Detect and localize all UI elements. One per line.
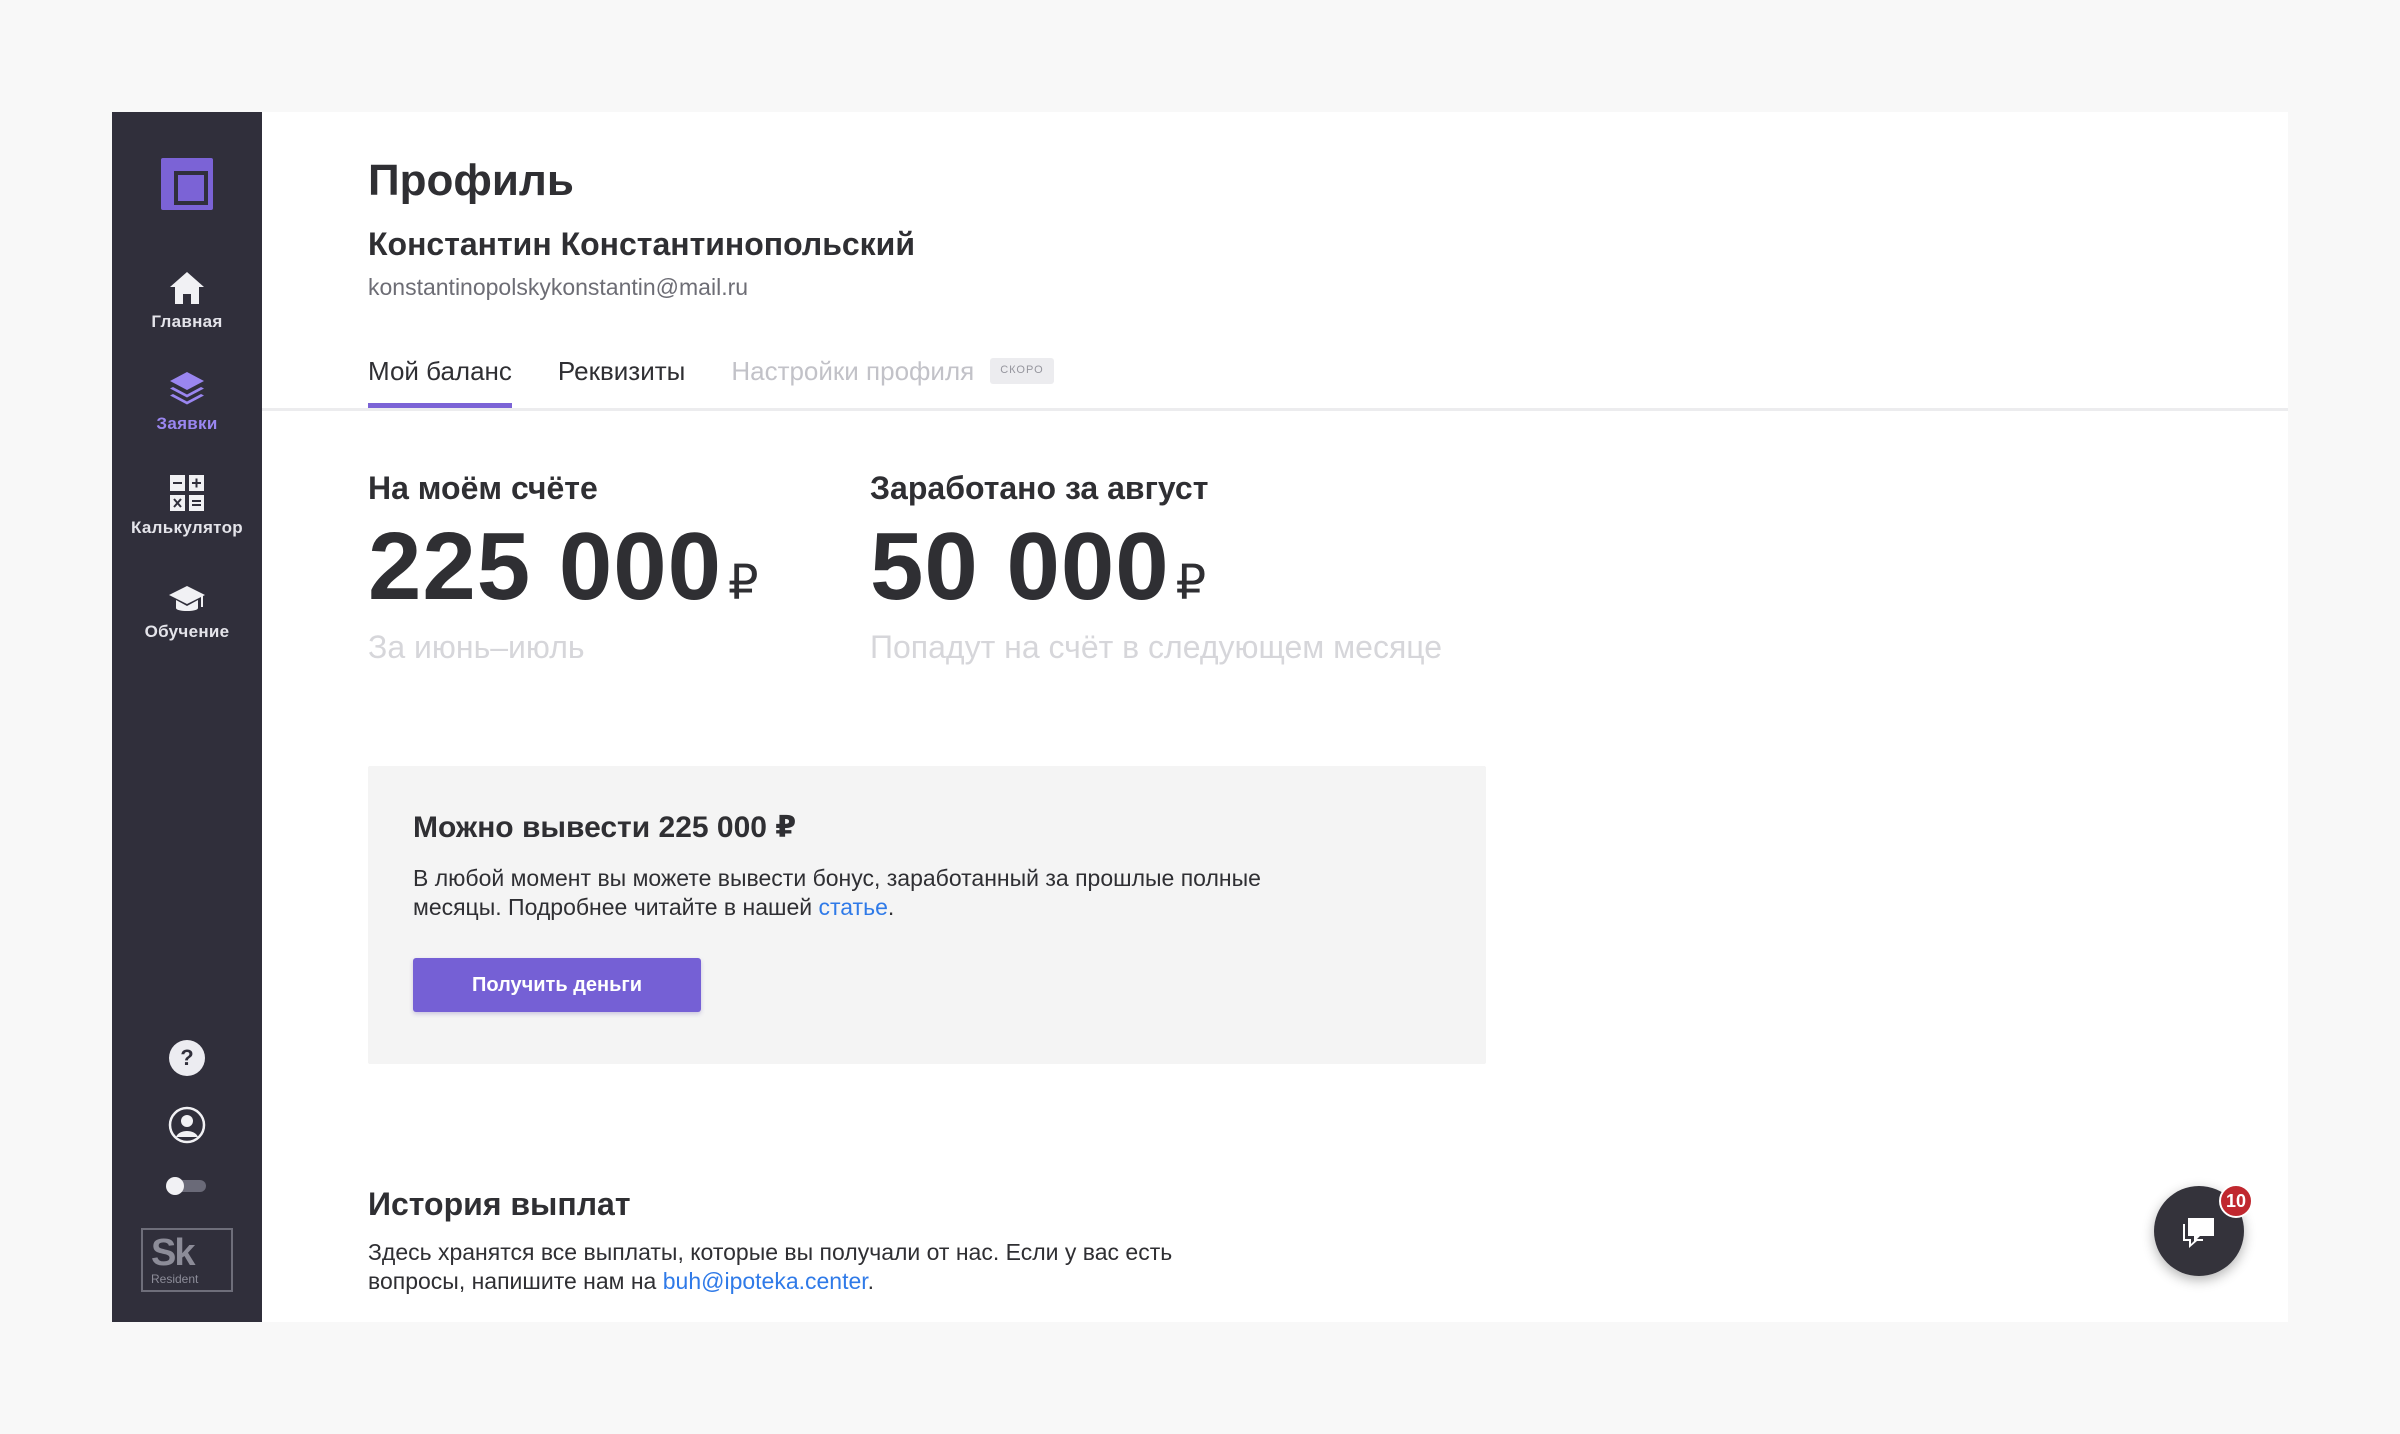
help-icon: ?: [169, 1040, 205, 1076]
get-money-button[interactable]: Получить деньги: [413, 958, 701, 1012]
help-button[interactable]: ?: [112, 1040, 262, 1076]
withdraw-card: Можно вывести 225 000 ₽ В любой момент в…: [368, 766, 1486, 1064]
article-link[interactable]: статье: [819, 894, 888, 920]
sk-logo-text: Sk: [151, 1232, 196, 1274]
page-title: Профиль: [368, 156, 574, 205]
logo-icon[interactable]: [161, 158, 213, 210]
tab-label: Настройки профиля: [731, 356, 975, 386]
earned-value: 50 000: [870, 513, 1170, 620]
theme-toggle[interactable]: [112, 1177, 262, 1195]
profile-button[interactable]: [112, 1106, 262, 1144]
sidebar-item-education[interactable]: Обучение: [112, 584, 262, 642]
layers-icon: [170, 372, 204, 405]
withdraw-description: В любой момент вы можете вывести бонус, …: [413, 864, 1313, 922]
user-email: konstantinopolskykonstantin@mail.ru: [368, 274, 749, 300]
balance-amount: 225 000 ₽: [368, 519, 760, 615]
balance-block: На моём счёте 225 000 ₽ За июнь–июль: [368, 470, 760, 666]
tab-requisites[interactable]: Реквизиты: [558, 356, 685, 406]
sidebar-item-label: Калькулятор: [131, 518, 243, 537]
withdraw-text-end: .: [887, 894, 895, 920]
history-text-end: .: [867, 1268, 875, 1294]
sidebar: Главная Заявки Калькулятор Обучение ? Sk…: [112, 112, 262, 1322]
earned-amount: 50 000 ₽: [870, 519, 1442, 615]
tab-label: Мой баланс: [368, 356, 512, 386]
ruble-sign: ₽: [728, 557, 760, 610]
sk-resident-badge: Sk Resident: [141, 1228, 233, 1292]
resident-text: Resident: [151, 1272, 199, 1286]
earned-note: Попадут на счёт в следующем месяце: [870, 629, 1443, 665]
sidebar-item-label: Заявки: [156, 414, 218, 433]
profile-tabs: Мой баланс Реквизиты Настройки профиля С…: [368, 356, 1054, 408]
ruble-sign: ₽: [1175, 557, 1208, 610]
tab-profile-settings: Настройки профиля СКОРО: [731, 356, 1054, 406]
balance-period: За июнь–июль: [368, 629, 585, 665]
email-link[interactable]: buh@ipoteka.center: [663, 1268, 868, 1294]
graduation-cap-icon: [169, 586, 205, 611]
sidebar-item-calculator[interactable]: Калькулятор: [112, 474, 262, 538]
balance-value: 225 000: [368, 513, 723, 620]
home-icon: [170, 272, 204, 304]
earned-caption: Заработано за август: [870, 470, 1209, 506]
tab-my-balance[interactable]: Мой баланс: [368, 356, 512, 408]
sidebar-item-requests[interactable]: Заявки: [112, 370, 262, 434]
soon-badge: СКОРО: [990, 358, 1054, 384]
chat-unread-badge: 10: [2219, 1184, 2253, 1218]
tab-label: Реквизиты: [557, 356, 686, 386]
toggle-switch[interactable]: [166, 1177, 206, 1195]
history-title: История выплат: [368, 1186, 631, 1222]
sidebar-item-home[interactable]: Главная: [112, 270, 262, 332]
balance-caption: На моём счёте: [368, 470, 598, 506]
user-icon: [168, 1106, 206, 1144]
sidebar-item-label: Обучение: [144, 622, 230, 641]
history-description: Здесь хранятся все выплаты, которые вы п…: [368, 1238, 1268, 1296]
sidebar-item-label: Главная: [151, 312, 223, 331]
earned-block: Заработано за август 50 000 ₽ Попадут на …: [870, 470, 1442, 666]
tabs-divider: [262, 408, 2288, 411]
app-frame: Главная Заявки Калькулятор Обучение ? Sk…: [112, 112, 2288, 1322]
withdraw-title: Можно вывести 225 000 ₽: [413, 811, 797, 844]
calculator-icon: [170, 475, 204, 511]
main-content: Профиль Константин Константинопольский k…: [262, 112, 2288, 1322]
user-name: Константин Константинопольский: [368, 226, 916, 262]
